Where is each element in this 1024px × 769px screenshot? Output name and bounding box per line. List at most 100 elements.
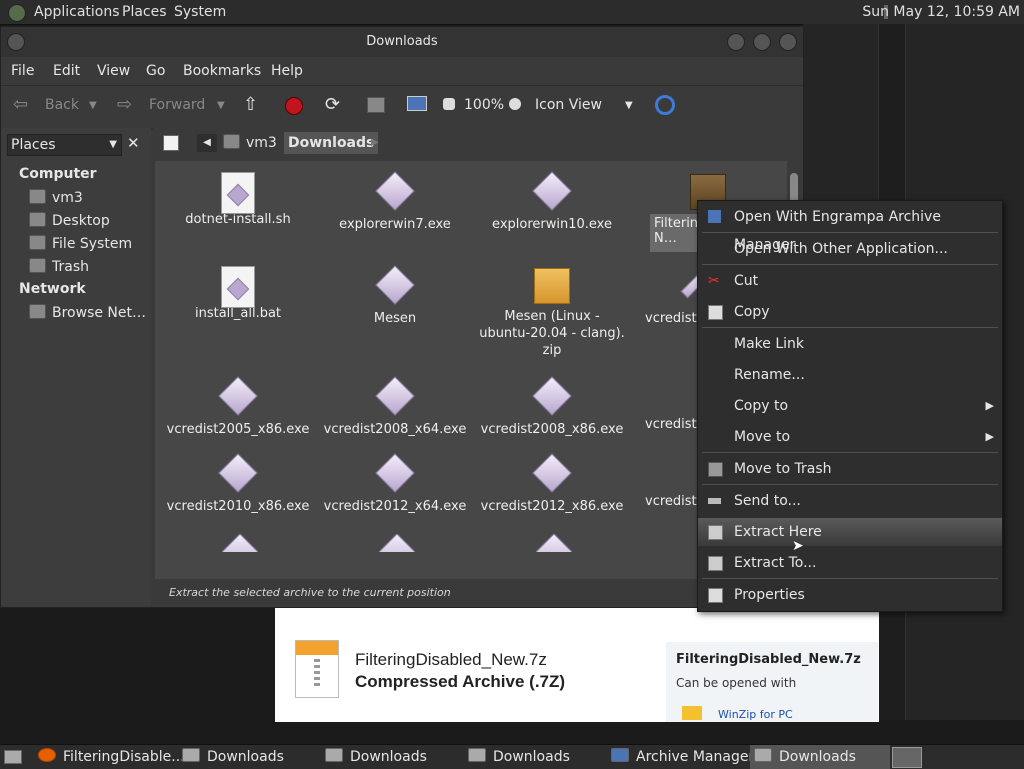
sidebar-item-browse-network[interactable]: Browse Net…: [29, 304, 146, 321]
back-button[interactable]: Back: [45, 97, 79, 113]
view-mode-select[interactable]: Icon View: [535, 97, 602, 113]
file-item[interactable]: vcredist2008_x64.exe: [320, 376, 470, 437]
menu-properties[interactable]: Properties: [698, 581, 1002, 609]
back-dropdown-icon[interactable]: ▼: [89, 100, 97, 111]
places-menu[interactable]: Places: [122, 4, 167, 20]
taskbar-item-archive-manager[interactable]: Archive Manager: [611, 745, 754, 769]
taskbar-item-downloads-active[interactable]: Downloads: [750, 745, 890, 769]
executable-file-icon: [218, 453, 258, 493]
path-downloads-button[interactable]: Downloads: [284, 132, 379, 154]
window-titlebar[interactable]: Downloads: [1, 27, 803, 57]
file-item[interactable]: explorerwin10.exe: [477, 171, 627, 232]
menu-help[interactable]: Help: [271, 63, 303, 79]
sidebar-item-desktop[interactable]: Desktop: [29, 212, 110, 229]
path-right-arrow-icon[interactable]: ▶: [371, 137, 379, 148]
file-item[interactable]: vcredist2012_x64.exe: [320, 453, 470, 514]
system-menu[interactable]: System: [174, 4, 226, 20]
executable-file-icon: [532, 171, 572, 211]
menu-copy-to[interactable]: Copy to ▶: [698, 392, 1002, 420]
menu-open-with-other[interactable]: Open With Other Application...: [698, 235, 1002, 263]
search-icon[interactable]: [655, 95, 675, 115]
stop-icon[interactable]: [285, 97, 303, 115]
menu-cut[interactable]: ✂ Cut: [698, 267, 1002, 295]
file-item-partial[interactable]: [222, 534, 258, 552]
reload-icon[interactable]: ⟳: [325, 94, 340, 115]
file-item[interactable]: vcredist2008_x86.exe: [477, 376, 627, 437]
menu-move-to-trash[interactable]: Move to Trash: [698, 455, 1002, 483]
window-menu-icon[interactable]: [7, 33, 25, 51]
edit-location-icon[interactable]: [163, 135, 179, 151]
file-item[interactable]: vcredist2005_x86.exe: [163, 376, 313, 437]
menu-make-link[interactable]: Make Link: [698, 330, 1002, 358]
send-icon: [708, 498, 721, 504]
file-label: install_all.bat: [194, 306, 282, 321]
sidebar-item-trash[interactable]: Trash: [29, 258, 89, 275]
workspace-switcher[interactable]: [892, 747, 922, 768]
minimize-icon[interactable]: [727, 33, 745, 51]
file-item-partial[interactable]: [536, 534, 572, 552]
file-item[interactable]: vcredist2010_x86.exe: [163, 453, 313, 514]
forward-button[interactable]: Forward: [149, 97, 205, 113]
file-item[interactable]: vcredist2012_x86.exe: [477, 453, 627, 514]
taskbar-item-downloads[interactable]: Downloads: [182, 745, 284, 769]
path-bar: ◀ vm3 Downloads ▶: [153, 128, 803, 160]
mate-logo-icon[interactable]: [8, 4, 26, 22]
file-item[interactable]: Mesen: [320, 265, 470, 326]
close-icon[interactable]: [779, 33, 797, 51]
file-item[interactable]: explorerwin7.exe: [320, 171, 470, 232]
maximize-icon[interactable]: [753, 33, 771, 51]
menu-send-to[interactable]: Send to...: [698, 487, 1002, 515]
sidebar-close-icon[interactable]: ✕: [127, 134, 140, 152]
menu-edit[interactable]: Edit: [53, 63, 80, 79]
computer-icon[interactable]: [407, 96, 427, 111]
taskbar-item-downloads[interactable]: Downloads: [468, 745, 570, 769]
applications-menu[interactable]: Applications: [34, 4, 120, 20]
menu-bookmarks[interactable]: Bookmarks: [183, 63, 261, 79]
home-icon[interactable]: [367, 97, 385, 113]
sidebar-item-file-system[interactable]: File System: [29, 235, 132, 252]
menu-item-label: Properties: [734, 587, 805, 603]
sidebar-item-vm3[interactable]: vm3: [29, 189, 83, 206]
file-item[interactable]: dotnet-install.sh: [163, 172, 313, 227]
menu-open-with-engrampa[interactable]: Open With Engrampa Archive Manager: [698, 203, 1002, 253]
forward-arrow-icon[interactable]: ⇨: [117, 94, 132, 115]
menu-copy[interactable]: Copy: [698, 298, 1002, 326]
file-label: explorerwin10.exe: [492, 217, 612, 232]
path-vm3-button[interactable]: vm3: [223, 133, 277, 153]
menu-extract-here[interactable]: Extract Here ➤: [698, 518, 1002, 554]
file-item[interactable]: vcredist2…: [645, 454, 697, 509]
archive-manager-icon: [611, 748, 629, 762]
file-item[interactable]: Mesen (Linux - ubuntu-20.04 - clang). zi…: [477, 266, 627, 359]
file-item-partial[interactable]: [379, 534, 415, 552]
executable-file-icon: [536, 534, 572, 552]
menu-rename[interactable]: Rename...: [698, 361, 1002, 389]
view-mode-dropdown-icon[interactable]: ▼: [625, 100, 633, 111]
menu-file[interactable]: File: [11, 63, 34, 79]
file-label: vcredist2008_x64.exe: [323, 422, 467, 437]
menu-item-label: Extract Here: [734, 524, 822, 540]
menu-item-label: Extract To...: [734, 555, 817, 571]
file-item[interactable]: vcredist2…: [645, 377, 697, 432]
show-desktop-icon[interactable]: [4, 750, 22, 764]
up-arrow-icon[interactable]: ⇧: [243, 94, 258, 115]
file-item-selected[interactable]: Filtering… N…: [650, 172, 726, 252]
zoom-level[interactable]: 100%: [464, 97, 504, 113]
menu-go[interactable]: Go: [146, 63, 165, 79]
clock[interactable]: Sun May 12, 10:59 AM: [862, 4, 1020, 20]
path-left-arrow-icon[interactable]: ◀: [197, 134, 217, 152]
menu-extract-to[interactable]: Extract To...: [698, 549, 1002, 577]
taskbar-item-browser[interactable]: FilteringDisable...: [38, 745, 185, 769]
taskbar-item-downloads[interactable]: Downloads: [325, 745, 427, 769]
sidebar-selector[interactable]: Places ▼: [7, 134, 122, 156]
zoom-out-icon[interactable]: [443, 98, 455, 110]
sidebar-selector-label: Places: [11, 137, 56, 153]
file-item[interactable]: install_all.bat: [163, 266, 313, 321]
winzip-link[interactable]: WinZip for PC: [718, 708, 793, 721]
file-item[interactable]: vcredist2…: [645, 266, 697, 326]
back-arrow-icon[interactable]: ⇦: [13, 94, 28, 115]
home-folder-icon: [223, 134, 240, 149]
forward-dropdown-icon[interactable]: ▼: [217, 100, 225, 111]
menu-move-to[interactable]: Move to ▶: [698, 423, 1002, 451]
zoom-in-icon[interactable]: [509, 98, 521, 110]
menu-view[interactable]: View: [97, 63, 130, 79]
